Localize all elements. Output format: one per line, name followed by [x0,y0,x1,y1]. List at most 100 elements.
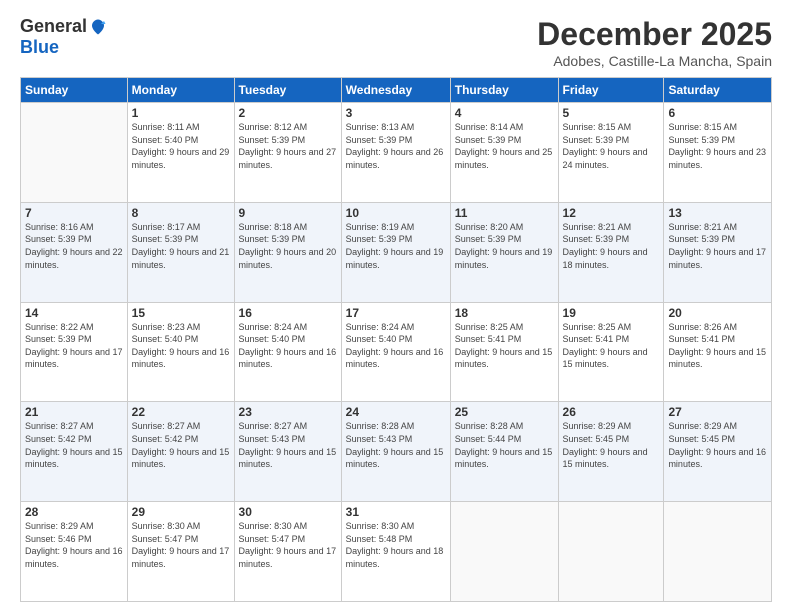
day-number: 23 [239,405,337,419]
calendar-day-cell: 18Sunrise: 8:25 AMSunset: 5:41 PMDayligh… [450,302,558,402]
calendar-week-row: 14Sunrise: 8:22 AMSunset: 5:39 PMDayligh… [21,302,772,402]
day-info: Sunrise: 8:17 AMSunset: 5:39 PMDaylight:… [132,221,230,271]
calendar-day-cell: 24Sunrise: 8:28 AMSunset: 5:43 PMDayligh… [341,402,450,502]
day-info: Sunrise: 8:27 AMSunset: 5:43 PMDaylight:… [239,420,337,470]
day-info: Sunrise: 8:29 AMSunset: 5:46 PMDaylight:… [25,520,123,570]
day-info: Sunrise: 8:15 AMSunset: 5:39 PMDaylight:… [668,121,767,171]
calendar-week-row: 7Sunrise: 8:16 AMSunset: 5:39 PMDaylight… [21,202,772,302]
day-number: 26 [563,405,660,419]
calendar-day-cell: 5Sunrise: 8:15 AMSunset: 5:39 PMDaylight… [558,103,664,203]
day-info: Sunrise: 8:30 AMSunset: 5:47 PMDaylight:… [132,520,230,570]
day-info: Sunrise: 8:22 AMSunset: 5:39 PMDaylight:… [25,321,123,371]
calendar-day-cell: 2Sunrise: 8:12 AMSunset: 5:39 PMDaylight… [234,103,341,203]
calendar-day-cell: 21Sunrise: 8:27 AMSunset: 5:42 PMDayligh… [21,402,128,502]
calendar-day-cell: 28Sunrise: 8:29 AMSunset: 5:46 PMDayligh… [21,502,128,602]
day-number: 29 [132,505,230,519]
calendar-day-cell: 10Sunrise: 8:19 AMSunset: 5:39 PMDayligh… [341,202,450,302]
day-info: Sunrise: 8:29 AMSunset: 5:45 PMDaylight:… [563,420,660,470]
calendar-table: Sunday Monday Tuesday Wednesday Thursday… [20,77,772,602]
day-number: 19 [563,306,660,320]
day-info: Sunrise: 8:11 AMSunset: 5:40 PMDaylight:… [132,121,230,171]
calendar-day-cell: 15Sunrise: 8:23 AMSunset: 5:40 PMDayligh… [127,302,234,402]
calendar-week-row: 1Sunrise: 8:11 AMSunset: 5:40 PMDaylight… [21,103,772,203]
calendar-day-cell: 4Sunrise: 8:14 AMSunset: 5:39 PMDaylight… [450,103,558,203]
day-number: 1 [132,106,230,120]
day-number: 3 [346,106,446,120]
col-wednesday: Wednesday [341,78,450,103]
day-info: Sunrise: 8:24 AMSunset: 5:40 PMDaylight:… [239,321,337,371]
day-info: Sunrise: 8:28 AMSunset: 5:43 PMDaylight:… [346,420,446,470]
day-number: 11 [455,206,554,220]
day-number: 10 [346,206,446,220]
day-number: 24 [346,405,446,419]
calendar-day-cell: 14Sunrise: 8:22 AMSunset: 5:39 PMDayligh… [21,302,128,402]
day-number: 6 [668,106,767,120]
day-number: 7 [25,206,123,220]
day-info: Sunrise: 8:26 AMSunset: 5:41 PMDaylight:… [668,321,767,371]
day-number: 18 [455,306,554,320]
day-info: Sunrise: 8:18 AMSunset: 5:39 PMDaylight:… [239,221,337,271]
location-subtitle: Adobes, Castille-La Mancha, Spain [537,53,772,69]
calendar-day-cell: 26Sunrise: 8:29 AMSunset: 5:45 PMDayligh… [558,402,664,502]
day-number: 9 [239,206,337,220]
day-info: Sunrise: 8:12 AMSunset: 5:39 PMDaylight:… [239,121,337,171]
col-thursday: Thursday [450,78,558,103]
calendar-week-row: 28Sunrise: 8:29 AMSunset: 5:46 PMDayligh… [21,502,772,602]
day-number: 8 [132,206,230,220]
calendar-day-cell: 7Sunrise: 8:16 AMSunset: 5:39 PMDaylight… [21,202,128,302]
calendar-day-cell [450,502,558,602]
calendar-day-cell: 31Sunrise: 8:30 AMSunset: 5:48 PMDayligh… [341,502,450,602]
calendar-day-cell: 13Sunrise: 8:21 AMSunset: 5:39 PMDayligh… [664,202,772,302]
day-number: 5 [563,106,660,120]
col-friday: Friday [558,78,664,103]
day-info: Sunrise: 8:27 AMSunset: 5:42 PMDaylight:… [132,420,230,470]
day-number: 15 [132,306,230,320]
calendar-day-cell: 29Sunrise: 8:30 AMSunset: 5:47 PMDayligh… [127,502,234,602]
col-saturday: Saturday [664,78,772,103]
logo: General Blue [20,16,107,58]
day-info: Sunrise: 8:23 AMSunset: 5:40 PMDaylight:… [132,321,230,371]
calendar-day-cell: 6Sunrise: 8:15 AMSunset: 5:39 PMDaylight… [664,103,772,203]
day-number: 21 [25,405,123,419]
calendar-day-cell: 12Sunrise: 8:21 AMSunset: 5:39 PMDayligh… [558,202,664,302]
day-number: 4 [455,106,554,120]
day-info: Sunrise: 8:20 AMSunset: 5:39 PMDaylight:… [455,221,554,271]
day-number: 2 [239,106,337,120]
calendar-day-cell [21,103,128,203]
day-number: 22 [132,405,230,419]
day-info: Sunrise: 8:27 AMSunset: 5:42 PMDaylight:… [25,420,123,470]
logo-icon [89,18,107,36]
day-number: 12 [563,206,660,220]
calendar-week-row: 21Sunrise: 8:27 AMSunset: 5:42 PMDayligh… [21,402,772,502]
day-info: Sunrise: 8:15 AMSunset: 5:39 PMDaylight:… [563,121,660,171]
day-info: Sunrise: 8:30 AMSunset: 5:48 PMDaylight:… [346,520,446,570]
month-title: December 2025 [537,16,772,53]
calendar-day-cell [558,502,664,602]
day-number: 31 [346,505,446,519]
day-info: Sunrise: 8:13 AMSunset: 5:39 PMDaylight:… [346,121,446,171]
day-info: Sunrise: 8:16 AMSunset: 5:39 PMDaylight:… [25,221,123,271]
page: General Blue December 2025 Adobes, Casti… [0,0,792,612]
day-number: 28 [25,505,123,519]
calendar-day-cell: 11Sunrise: 8:20 AMSunset: 5:39 PMDayligh… [450,202,558,302]
calendar-day-cell: 16Sunrise: 8:24 AMSunset: 5:40 PMDayligh… [234,302,341,402]
calendar-day-cell: 17Sunrise: 8:24 AMSunset: 5:40 PMDayligh… [341,302,450,402]
header-row: Sunday Monday Tuesday Wednesday Thursday… [21,78,772,103]
calendar-day-cell: 22Sunrise: 8:27 AMSunset: 5:42 PMDayligh… [127,402,234,502]
day-number: 27 [668,405,767,419]
day-number: 17 [346,306,446,320]
calendar-day-cell: 20Sunrise: 8:26 AMSunset: 5:41 PMDayligh… [664,302,772,402]
logo-blue-text: Blue [20,37,59,58]
day-info: Sunrise: 8:21 AMSunset: 5:39 PMDaylight:… [668,221,767,271]
day-number: 14 [25,306,123,320]
calendar-day-cell: 30Sunrise: 8:30 AMSunset: 5:47 PMDayligh… [234,502,341,602]
day-info: Sunrise: 8:21 AMSunset: 5:39 PMDaylight:… [563,221,660,271]
day-info: Sunrise: 8:25 AMSunset: 5:41 PMDaylight:… [563,321,660,371]
col-tuesday: Tuesday [234,78,341,103]
calendar-day-cell: 8Sunrise: 8:17 AMSunset: 5:39 PMDaylight… [127,202,234,302]
calendar-day-cell: 23Sunrise: 8:27 AMSunset: 5:43 PMDayligh… [234,402,341,502]
day-info: Sunrise: 8:19 AMSunset: 5:39 PMDaylight:… [346,221,446,271]
col-monday: Monday [127,78,234,103]
day-info: Sunrise: 8:14 AMSunset: 5:39 PMDaylight:… [455,121,554,171]
day-number: 13 [668,206,767,220]
